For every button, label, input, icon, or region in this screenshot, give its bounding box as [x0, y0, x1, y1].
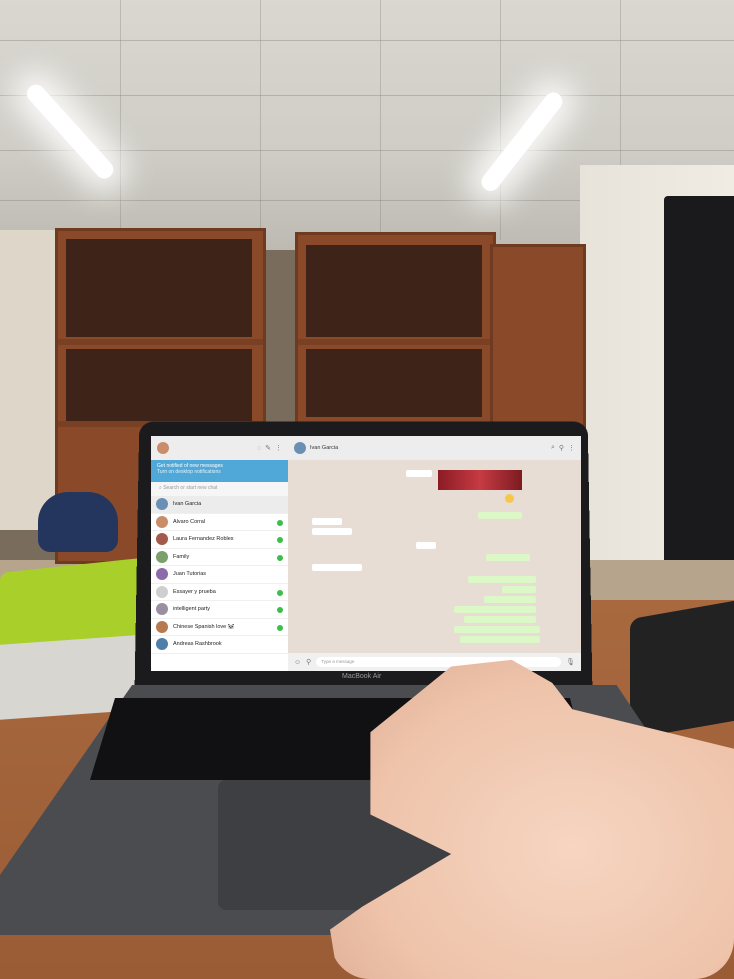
- chat-row[interactable]: Alvaro Corral: [151, 514, 288, 531]
- chat-avatar: [156, 515, 168, 528]
- chat-avatar: [156, 638, 168, 651]
- unread-badge: [277, 537, 283, 544]
- chat-avatar: [156, 620, 168, 633]
- message-bubble: [478, 512, 522, 519]
- laptop-screen: ◌ ✎ ⋮ Get notified of new messages Turn …: [151, 436, 581, 671]
- chat-avatar: [156, 585, 168, 598]
- chat-row[interactable]: Andreas Rashbrook: [151, 636, 288, 654]
- unread-badge: [277, 589, 283, 596]
- my-avatar[interactable]: [157, 442, 169, 454]
- unread-badge: [277, 554, 283, 561]
- chat-row[interactable]: Juan Tutorias: [151, 566, 288, 584]
- message-bubble: [312, 564, 362, 571]
- message-bubble: [416, 542, 436, 549]
- ceiling-light-right: [477, 88, 566, 195]
- chat-name: Ivan Garcia: [173, 501, 202, 508]
- status-icon[interactable]: ◌: [257, 445, 261, 452]
- search-input[interactable]: ⌕ Search or start new chat: [151, 482, 288, 496]
- chat-avatar: [156, 568, 168, 581]
- sidebar-header: ◌ ✎ ⋮: [151, 436, 288, 460]
- chat-avatar: [156, 550, 168, 563]
- message-input[interactable]: Type a message: [316, 657, 562, 667]
- wall-left: [0, 230, 60, 530]
- external-monitor: [664, 196, 734, 566]
- search-chat-icon[interactable]: ⌕: [551, 444, 555, 452]
- chat-name: Laura Fernandez Robles: [173, 536, 234, 543]
- message-bubble: [460, 636, 540, 643]
- chat-list: Ivan Garcia Alvaro Corral Laura Fernandez …: [151, 496, 288, 654]
- shared-image[interactable]: [438, 470, 522, 490]
- notice-sub: Turn on desktop notifications: [157, 469, 221, 475]
- external-keyboard: [630, 600, 734, 740]
- chat-name: Andreas Rashbrook: [173, 641, 222, 648]
- chat-row[interactable]: Chinese Spanish love 🐼: [151, 619, 288, 636]
- conversation-header[interactable]: Ivan Garcia ⌕ ⚲ ⋮: [288, 436, 581, 460]
- notifications-banner[interactable]: Get notified of new messages Turn on des…: [151, 460, 288, 482]
- message-bubble: [464, 616, 536, 623]
- message-bubble: [312, 518, 342, 525]
- office-chair: [38, 492, 118, 552]
- attach-icon[interactable]: ⚲: [559, 444, 564, 452]
- chat-avatar: [156, 533, 168, 546]
- laptop-brand-label: MacBook Air: [342, 673, 382, 680]
- chat-avatar: [156, 603, 168, 616]
- chat-name: intelligent party: [173, 606, 210, 613]
- chat-name: Essayer y prueba: [173, 588, 216, 595]
- bookshelf-middle: [295, 232, 496, 438]
- whatsapp-sidebar: ◌ ✎ ⋮ Get notified of new messages Turn …: [151, 436, 289, 671]
- message-bubble: [312, 528, 352, 535]
- unread-badge: [277, 519, 283, 526]
- search-placeholder: Search or start new chat: [163, 485, 218, 491]
- new-chat-icon[interactable]: ✎: [265, 444, 271, 452]
- chat-name: Family: [173, 553, 190, 560]
- chat-row[interactable]: intelligent party: [151, 601, 288, 619]
- contact-avatar[interactable]: [294, 442, 306, 454]
- menu-icon[interactable]: ⋮: [275, 444, 282, 452]
- emoji-icon[interactable]: ☺: [294, 659, 301, 666]
- message-bubble: [484, 596, 536, 603]
- message-bubble: [454, 626, 540, 633]
- message-bubble: [486, 554, 530, 561]
- chat-row[interactable]: Family: [151, 549, 288, 566]
- chat-name: Chinese Spanish love 🐼: [173, 623, 235, 630]
- contact-name: Ivan Garcia: [310, 445, 339, 451]
- chat-row[interactable]: Ivan Garcia: [151, 496, 288, 514]
- unread-badge: [277, 607, 283, 614]
- message-bubble: [502, 586, 536, 593]
- chat-avatar: [156, 498, 168, 511]
- chat-menu-icon[interactable]: ⋮: [568, 444, 575, 452]
- message-bubble: [454, 606, 536, 613]
- chat-row[interactable]: Essayer y prueba: [151, 584, 288, 601]
- message-bubble: [406, 470, 432, 477]
- compose-placeholder: Type a message: [321, 659, 355, 664]
- attach-file-icon[interactable]: ⚲: [306, 658, 311, 666]
- compose-bar: ☺ ⚲ Type a message 🎙: [288, 653, 581, 671]
- ceiling-light-left: [23, 80, 117, 183]
- chat-name: Juan Tutorias: [173, 571, 207, 578]
- chat-name: Alvaro Corral: [173, 518, 206, 525]
- unread-badge: [277, 624, 283, 631]
- emoji-sticker: [505, 494, 514, 503]
- microphone-icon[interactable]: 🎙: [566, 658, 575, 666]
- chat-row[interactable]: Laura Fernandez Robles: [151, 531, 288, 549]
- message-bubble: [468, 576, 536, 583]
- whatsapp-conversation: Ivan Garcia ⌕ ⚲ ⋮ ☺ ⚲ Type a message 🎙: [288, 436, 581, 671]
